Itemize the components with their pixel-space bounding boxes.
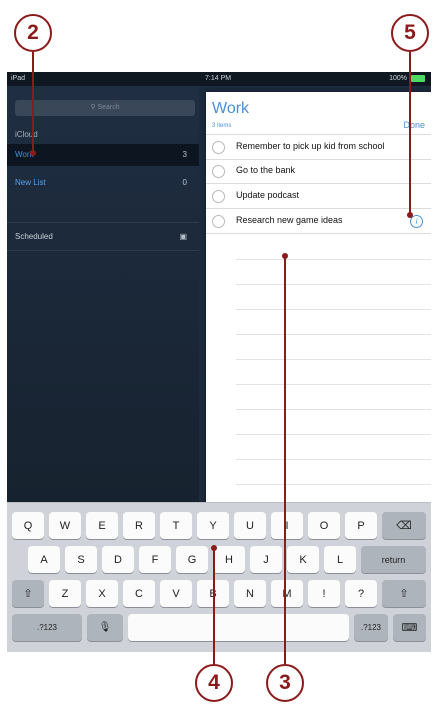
list-item-count: 3 items <box>212 123 232 129</box>
key-c[interactable]: C <box>123 580 155 607</box>
shift-key-right[interactable]: ⇧ <box>382 580 426 607</box>
reminder-text: Remember to pick up kid from school <box>236 141 385 151</box>
hide-keyboard-icon[interactable]: ⌨ <box>393 614 426 641</box>
key-t[interactable]: T <box>160 512 192 539</box>
callout-5-label: 5 <box>404 21 416 44</box>
sidebar: ⚲ Search iCloud Work 3 New List 0 Schedu… <box>7 86 199 507</box>
callout-2: 2 <box>14 14 52 52</box>
key-n[interactable]: N <box>234 580 266 607</box>
ruled-line <box>236 459 431 460</box>
search-field[interactable]: ⚲ Search <box>15 100 195 116</box>
key-u[interactable]: U <box>234 512 266 539</box>
sidebar-item-label: Scheduled <box>15 232 53 241</box>
reminder-text: Research new game ideas <box>236 215 343 225</box>
key-q[interactable]: Q <box>12 512 44 539</box>
callout-2-leader <box>32 52 34 152</box>
sidebar-item-new-list[interactable]: New List 0 <box>7 172 199 194</box>
calendar-icon: ▣ <box>179 232 187 241</box>
callout-4-label: 4 <box>208 671 220 694</box>
list-item[interactable]: Remember to pick up kid from school <box>206 134 431 160</box>
callout-3-leader <box>284 256 286 664</box>
key-o[interactable]: O <box>308 512 340 539</box>
list-item[interactable]: Update podcast <box>206 184 431 209</box>
microphone-icon[interactable]: 🎙 <box>87 614 123 641</box>
done-button[interactable]: Done <box>403 120 425 130</box>
reminder-text: Go to the bank <box>236 165 296 175</box>
checkbox-circle[interactable] <box>212 165 225 178</box>
callout-5-leader <box>409 52 411 214</box>
key-v[interactable]: V <box>160 580 192 607</box>
key-h[interactable]: H <box>213 546 245 573</box>
key-w[interactable]: W <box>49 512 81 539</box>
callout-5: 5 <box>391 14 429 52</box>
list-title: Work <box>212 100 250 117</box>
key-g[interactable]: G <box>176 546 208 573</box>
search-placeholder: Search <box>97 104 120 111</box>
sidebar-item-work[interactable]: Work 3 <box>7 144 199 166</box>
key-x[interactable]: X <box>86 580 118 607</box>
ruled-line <box>236 259 431 260</box>
key-r[interactable]: R <box>123 512 155 539</box>
ruled-line <box>236 434 431 435</box>
key-a[interactable]: A <box>28 546 60 573</box>
callout-2-dot <box>30 150 36 156</box>
ruled-line <box>236 384 431 385</box>
key-s[interactable]: S <box>65 546 97 573</box>
callout-3-dot <box>282 253 288 259</box>
callout-3-label: 3 <box>279 671 291 694</box>
backspace-key[interactable]: ⌫ <box>382 512 426 539</box>
status-bar: iPad 7:14 PM 100% <box>7 72 431 86</box>
status-time: 7:14 PM <box>205 75 232 82</box>
sidebar-item-count: 0 <box>182 178 187 187</box>
numbers-key-left[interactable]: .?123 <box>12 614 82 641</box>
ruled-line <box>236 359 431 360</box>
key-i[interactable]: I <box>271 512 303 539</box>
key-e[interactable]: E <box>86 512 118 539</box>
battery-percent: 100% <box>389 75 407 82</box>
key-l[interactable]: L <box>324 546 356 573</box>
reminder-text: Update podcast <box>236 190 300 200</box>
checkbox-circle[interactable] <box>212 215 225 228</box>
key-y[interactable]: Y <box>197 512 229 539</box>
key-z[interactable]: Z <box>49 580 81 607</box>
sidebar-item-count: 3 <box>182 150 187 159</box>
key-m[interactable]: M <box>271 580 303 607</box>
callout-2-label: 2 <box>27 21 39 44</box>
callout-4: 4 <box>195 664 233 702</box>
key-exclamation[interactable]: ! <box>308 580 340 607</box>
space-bar[interactable] <box>128 614 349 641</box>
sidebar-divider <box>7 250 199 251</box>
key-k[interactable]: K <box>287 546 319 573</box>
ruled-line <box>236 309 431 310</box>
ruled-line <box>236 284 431 285</box>
sidebar-item-scheduled[interactable]: Scheduled ▣ <box>7 226 199 248</box>
on-screen-keyboard: Q W E R T Y U I O P ⌫ A S D F G H J K L … <box>7 502 431 652</box>
ruled-line <box>236 484 431 485</box>
device-label: iPad <box>11 75 26 82</box>
numbers-key-right[interactable]: .?123 <box>354 614 388 641</box>
ruled-line <box>236 409 431 410</box>
ruled-line <box>236 334 431 335</box>
callout-4-leader <box>213 548 215 664</box>
key-p[interactable]: P <box>345 512 377 539</box>
battery-icon <box>411 75 425 82</box>
ipad-screen: iPad 7:14 PM 100% ⚲ Search iCloud Work 3… <box>7 72 431 652</box>
key-j[interactable]: J <box>250 546 282 573</box>
shift-key-left[interactable]: ⇧ <box>12 580 44 607</box>
list-item[interactable]: Go to the bank <box>206 159 431 184</box>
account-label: iCloud <box>15 130 38 139</box>
reminder-list-panel: Work 3 items Done Remember to pick up ki… <box>206 92 431 512</box>
sidebar-divider <box>7 222 199 223</box>
return-key[interactable]: return <box>361 546 426 573</box>
callout-5-dot <box>407 212 413 218</box>
sidebar-item-label: New List <box>15 178 46 187</box>
key-f[interactable]: F <box>139 546 171 573</box>
callout-3: 3 <box>266 664 304 702</box>
checkbox-circle[interactable] <box>212 141 225 154</box>
key-question[interactable]: ? <box>345 580 377 607</box>
checkbox-circle[interactable] <box>212 190 225 203</box>
key-d[interactable]: D <box>102 546 134 573</box>
list-item[interactable]: Research new game ideas i <box>206 209 431 234</box>
callout-4-dot <box>211 545 217 551</box>
